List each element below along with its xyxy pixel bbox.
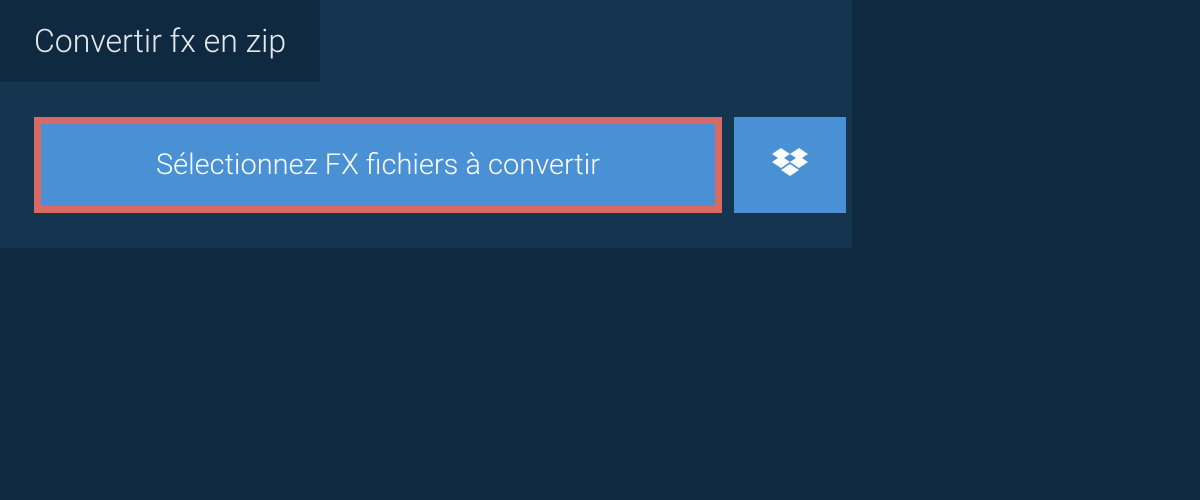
button-row: Sélectionnez FX fichiers à convertir [34,117,852,213]
dropbox-button[interactable] [734,117,846,213]
conversion-panel: Convertir fx en zip Sélectionnez FX fich… [0,0,852,248]
tab-title-text: Convertir fx en zip [34,22,286,60]
select-files-button[interactable]: Sélectionnez FX fichiers à convertir [34,117,722,213]
select-files-label: Sélectionnez FX fichiers à convertir [156,148,600,182]
dropbox-icon [772,148,808,182]
tab-title: Convertir fx en zip [0,0,320,82]
